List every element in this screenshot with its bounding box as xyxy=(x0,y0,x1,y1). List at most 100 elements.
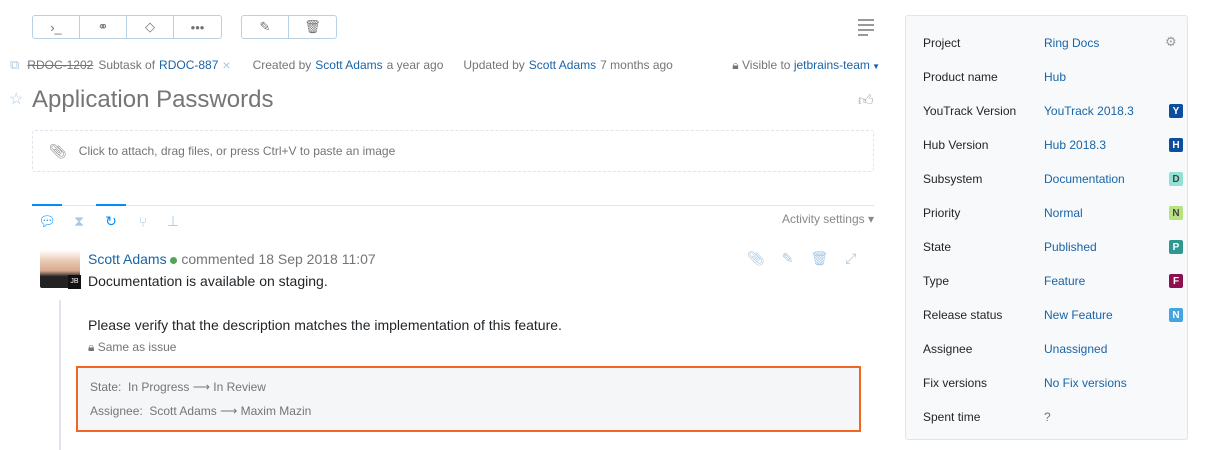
field-color-badge: H xyxy=(1169,138,1183,152)
field-row: Assignee Unassigned xyxy=(923,339,1183,359)
edit-toolbar: ✎ 🗑︎ xyxy=(241,15,337,39)
subtask-label: Subtask of xyxy=(98,58,156,72)
issue-fields-panel: Project Ring Docs Product name Hub YouTrack … xyxy=(905,15,1188,440)
field-row: YouTrack Version YouTrack 2018.3 Y xyxy=(923,101,1183,121)
subtask-icon: ⧉ xyxy=(10,57,20,72)
history-icon: ↻ xyxy=(105,213,117,229)
field-row: Release status New Feature N xyxy=(923,305,1183,325)
branch-icon: ⑂ xyxy=(138,214,148,230)
tab-vcs[interactable]: ⑂ xyxy=(132,204,154,230)
field-row: Spent time? xyxy=(923,407,1183,427)
thumbs-up-icon[interactable]: 👍︎ xyxy=(858,92,874,110)
avatar-badge: JB xyxy=(68,275,81,289)
field-row: Product name Hub xyxy=(923,67,1183,87)
tag-button[interactable]: ◇ xyxy=(127,16,174,38)
updated-time: 7 months ago xyxy=(600,58,673,72)
field-value[interactable]: Normal xyxy=(1044,206,1169,220)
comment-header: Scott Adams commented 18 Sep 2018 11:07 xyxy=(88,251,376,267)
comment-visibility: 🔒︎ Same as issue xyxy=(88,340,176,355)
issue-meta: ⧉ RDOC-1202 Subtask of RDOC-887 × Create… xyxy=(10,57,880,73)
field-value[interactable]: Documentation xyxy=(1044,172,1169,186)
field-value[interactable]: Published xyxy=(1044,240,1169,254)
thread-line xyxy=(59,300,61,450)
star-icon[interactable]: ☆ xyxy=(9,89,23,109)
parent-issue-link[interactable]: RDOC-887 xyxy=(159,58,218,72)
delete-button[interactable]: 🗑︎ xyxy=(289,16,336,38)
field-row: Priority Normal N xyxy=(923,203,1183,223)
change-from: Scott Adams xyxy=(149,404,217,418)
field-label: Subsystem xyxy=(923,172,983,186)
more-button[interactable]: ••• xyxy=(174,16,221,38)
attach-hint: Click to attach, drag files, or press Ct… xyxy=(78,144,396,158)
stamp-icon: ⊥ xyxy=(166,213,180,229)
field-value[interactable]: Hub xyxy=(1044,70,1183,84)
field-value[interactable]: Feature xyxy=(1044,274,1169,288)
field-label: Product name xyxy=(923,70,998,84)
change-field: State: xyxy=(90,380,122,394)
comment-author[interactable]: Scott Adams xyxy=(88,251,167,267)
change-to: Maxim Mazin xyxy=(240,404,312,418)
hourglass-icon: ⧗ xyxy=(74,213,84,229)
change-field: Assignee: xyxy=(90,404,143,418)
field-label: Fix versions xyxy=(923,376,988,390)
tab-stamp[interactable]: ⊥ xyxy=(162,204,184,230)
remove-parent-icon[interactable]: × xyxy=(222,57,230,73)
field-color-badge: D xyxy=(1169,172,1183,186)
command-button[interactable]: ›_ xyxy=(33,16,80,38)
field-color-badge: N xyxy=(1169,308,1183,322)
comment-line-1: Documentation is available on staging. xyxy=(88,273,328,289)
online-indicator xyxy=(170,257,178,264)
change-row: State: In Progress ⟶ In Review xyxy=(90,380,266,394)
link-icon: ⚭ xyxy=(97,19,109,34)
link-button[interactable]: ⚭ xyxy=(80,16,127,38)
updated-label: Updated by xyxy=(463,58,525,72)
field-value[interactable]: Hub 2018.3 xyxy=(1044,138,1169,152)
issue-title: Application Passwords xyxy=(32,86,274,113)
creator-link[interactable]: Scott Adams xyxy=(315,58,382,72)
lock-icon: 🔒︎ xyxy=(732,57,739,72)
field-value[interactable]: New Feature xyxy=(1044,308,1169,322)
tab-history[interactable]: ↻ xyxy=(96,204,126,230)
field-value[interactable]: Unassigned xyxy=(1044,342,1183,356)
menu-icon[interactable] xyxy=(858,19,874,36)
comment-date[interactable]: 18 Sep 2018 11:07 xyxy=(258,251,375,267)
activity-settings[interactable]: Activity settings ▾ xyxy=(782,212,874,226)
field-label: YouTrack Version xyxy=(923,104,1017,118)
permalink-icon[interactable]: ⤢ xyxy=(845,250,856,267)
comment-action: commented xyxy=(181,251,255,267)
field-row: Type Feature F xyxy=(923,271,1183,291)
field-label: Type xyxy=(923,274,950,288)
edit-button[interactable]: ✎ xyxy=(242,16,289,38)
trash-icon: 🗑︎ xyxy=(304,19,321,34)
created-time: a year ago xyxy=(386,58,444,72)
tab-work-items[interactable]: ⧗ xyxy=(68,204,90,230)
field-value[interactable]: YouTrack 2018.3 xyxy=(1044,104,1169,118)
attach-dropzone[interactable]: 📎︎ Click to attach, drag files, or press… xyxy=(32,130,874,172)
field-value[interactable]: No Fix versions xyxy=(1044,376,1183,390)
field-row: State Published P xyxy=(923,237,1183,257)
comment-actions: 📎︎ ✎ 🗑︎ ⤢ xyxy=(747,250,857,267)
field-value[interactable]: Ring Docs xyxy=(1044,36,1183,50)
visibility-text: Same as issue xyxy=(97,340,177,354)
visibility-group[interactable]: jetbrains-team xyxy=(794,58,870,72)
trash-icon[interactable]: 🗑︎ xyxy=(811,250,829,267)
field-row: Subsystem Documentation D xyxy=(923,169,1183,189)
project-settings-icon[interactable]: ⚙ xyxy=(1165,34,1177,50)
tab-comments[interactable]: 💬︎ xyxy=(32,204,62,230)
attach-icon[interactable]: 📎︎ xyxy=(747,250,765,267)
field-label: Release status xyxy=(923,308,1003,322)
field-row: Fix versions No Fix versions xyxy=(923,373,1183,393)
updater-link[interactable]: Scott Adams xyxy=(529,58,596,72)
paperclip-icon: 📎︎ xyxy=(49,142,67,159)
field-color-badge: N xyxy=(1169,206,1183,220)
issue-id[interactable]: RDOC-1202 xyxy=(27,58,93,72)
caret-down-icon: ▼ xyxy=(869,61,880,71)
field-color-badge: Y xyxy=(1169,104,1183,118)
field-label: Priority xyxy=(923,206,961,220)
field-label: Hub Version xyxy=(923,138,989,152)
edit-icon[interactable]: ✎ xyxy=(782,250,794,267)
visibility[interactable]: 🔒︎ Visible to jetbrains-team ▼ xyxy=(732,58,880,73)
field-value[interactable]: ? xyxy=(1044,410,1183,424)
visibility-label: Visible to xyxy=(742,57,791,72)
tag-icon: ◇ xyxy=(145,19,155,34)
